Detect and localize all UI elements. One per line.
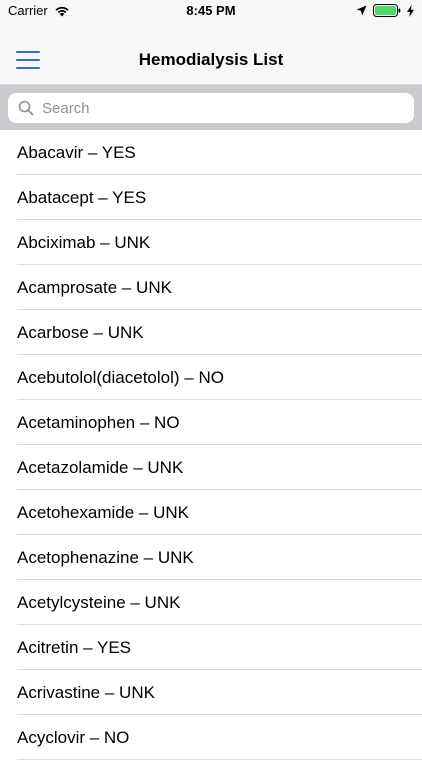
- location-arrow-icon: [356, 5, 367, 16]
- list-item[interactable]: Acetophenazine – UNK: [0, 535, 422, 580]
- drug-list: Abacavir – YES Abatacept – YES Abciximab –…: [0, 130, 422, 760]
- search-icon: [18, 100, 34, 116]
- navigation-bar: Hemodialysis List: [0, 22, 422, 85]
- status-right: [356, 4, 414, 17]
- list-item[interactable]: Abacavir – YES: [0, 130, 422, 175]
- charging-bolt-icon: [407, 4, 414, 17]
- list-item[interactable]: Acyclovir – NO: [0, 715, 422, 760]
- search-input[interactable]: [40, 98, 414, 118]
- list-item[interactable]: Acetaminophen – NO: [0, 400, 422, 445]
- list-item[interactable]: Acetohexamide – UNK: [0, 490, 422, 535]
- search-field[interactable]: [8, 93, 414, 123]
- list-item[interactable]: Acrivastine – UNK: [0, 670, 422, 715]
- search-bar: [0, 85, 422, 130]
- status-bar: Carrier 8:45 PM: [0, 0, 422, 22]
- list-item[interactable]: Acetazolamide – UNK: [0, 445, 422, 490]
- list-item[interactable]: Abatacept – YES: [0, 175, 422, 220]
- list-item[interactable]: Acamprosate – UNK: [0, 265, 422, 310]
- list-item[interactable]: Acarbose – UNK: [0, 310, 422, 355]
- list-item[interactable]: Acebutolol(diacetolol) – NO: [0, 355, 422, 400]
- page-title: Hemodialysis List: [138, 50, 284, 69]
- list-item[interactable]: Acitretin – YES: [0, 625, 422, 670]
- list-item[interactable]: Abciximab – UNK: [0, 220, 422, 265]
- battery-icon: [373, 4, 401, 17]
- list-item[interactable]: Acetylcysteine – UNK: [0, 580, 422, 625]
